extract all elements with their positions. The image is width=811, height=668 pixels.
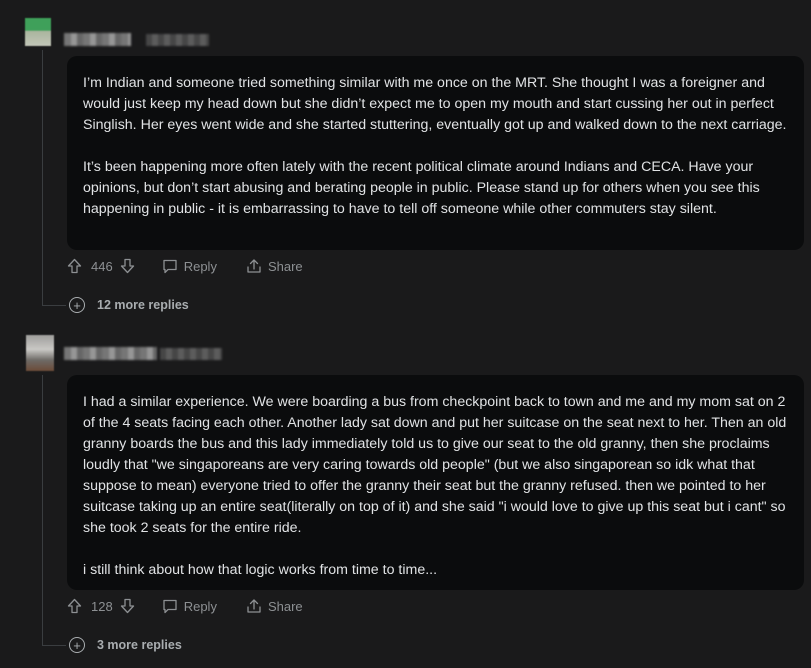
plus-circle-icon: + [69, 297, 85, 313]
comment-paragraph: I had a similar experience. We were boar… [83, 394, 787, 536]
more-replies-button[interactable]: + 3 more replies [69, 637, 182, 653]
share-icon [247, 259, 261, 273]
share-icon [247, 599, 261, 613]
comment-body: I had a similar experience. We were boar… [67, 375, 804, 590]
speech-bubble-icon [163, 599, 177, 613]
plus-circle-icon: + [69, 637, 85, 653]
more-replies-label: 3 more replies [97, 638, 182, 652]
downvote-button[interactable] [120, 258, 135, 274]
timestamp-redacted [160, 348, 222, 360]
downvote-arrow-icon [120, 258, 134, 274]
upvote-button[interactable] [67, 598, 82, 614]
comment-paragraph: It’s been happening more often lately wi… [83, 159, 760, 217]
avatar[interactable] [25, 18, 51, 46]
share-label: Share [267, 258, 303, 274]
upvote-arrow-icon [67, 598, 82, 614]
avatar[interactable] [26, 335, 54, 371]
reply-button[interactable]: Reply [162, 599, 217, 614]
share-button[interactable]: Share [246, 258, 303, 274]
comment-actions: 446 Reply Share [67, 258, 303, 274]
share-button[interactable]: Share [246, 598, 303, 614]
downvote-button[interactable] [120, 598, 135, 614]
share-label: Share [267, 598, 303, 614]
reply-button[interactable]: Reply [162, 259, 217, 274]
speech-bubble-icon [163, 259, 177, 273]
thread-line [42, 50, 43, 305]
reply-label: Reply [183, 598, 217, 614]
thread-line [42, 305, 66, 306]
timestamp-redacted [146, 34, 209, 46]
downvote-arrow-icon [120, 598, 134, 614]
comment-paragraph: i still think about how that logic works… [83, 562, 438, 578]
vote-count: 128 [91, 598, 113, 614]
more-replies-label: 12 more replies [97, 298, 189, 312]
comment-actions: 128 Reply Share [67, 598, 303, 614]
upvote-button[interactable] [67, 258, 82, 274]
thread-line [42, 645, 66, 646]
reply-label: Reply [183, 258, 217, 274]
thread-line [42, 375, 43, 645]
username-redacted[interactable] [64, 33, 131, 46]
more-replies-button[interactable]: + 12 more replies [69, 297, 189, 313]
comment-paragraph: I’m Indian and someone tried something s… [83, 75, 787, 133]
comment-body: I’m Indian and someone tried something s… [67, 56, 804, 250]
username-redacted[interactable] [64, 347, 157, 360]
vote-count: 446 [91, 258, 113, 274]
upvote-arrow-icon [67, 258, 82, 274]
